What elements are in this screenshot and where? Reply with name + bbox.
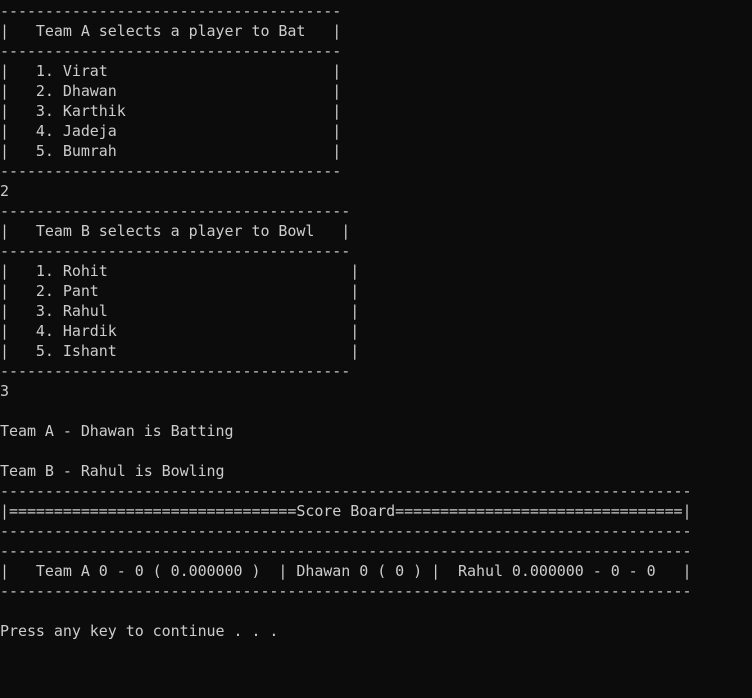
batting-option-1: | 1. Virat |: [0, 62, 342, 80]
scoreboard-score-row: | Team A 0 - 0 ( 0.000000 ) | Dhawan 0 (…: [0, 562, 692, 580]
bowling-option-5: | 5. Ishant |: [0, 342, 360, 360]
batting-option-2: | 2. Dhawan |: [0, 82, 342, 100]
batting-status-text: Team A - Dhawan is Batting: [0, 422, 234, 440]
console-window[interactable]: -------------------------------------- |…: [0, 0, 752, 698]
team-a-bat-prompt-heading: | Team A selects a player to Bat |: [0, 22, 342, 40]
scoreboard-title: |================================Score B…: [0, 502, 692, 520]
bowling-option-4: | 4. Hardik |: [0, 322, 360, 340]
bowling-option-2: | 2. Pant |: [0, 282, 360, 300]
scoreboard-divider: ----------------------------------------…: [0, 522, 692, 540]
scoreboard-divider: ----------------------------------------…: [0, 542, 692, 560]
continue-prompt: Press any key to continue . . .: [0, 622, 279, 640]
batting-option-5: | 5. Bumrah |: [0, 142, 342, 160]
batting-option-4: | 4. Jadeja |: [0, 122, 342, 140]
batting-choice-input: 2: [0, 182, 9, 200]
scoreboard-top-border: ----------------------------------------…: [0, 482, 692, 500]
team-a-box-top-border: --------------------------------------: [0, 2, 342, 20]
team-b-box-divider: ---------------------------------------: [0, 242, 351, 260]
team-b-box-bottom-border: ---------------------------------------: [0, 362, 351, 380]
team-b-bowl-prompt-heading: | Team B selects a player to Bowl |: [0, 222, 351, 240]
batting-option-3: | 3. Karthik |: [0, 102, 342, 120]
bowling-option-3: | 3. Rahul |: [0, 302, 360, 320]
bowling-option-1: | 1. Rohit |: [0, 262, 360, 280]
team-a-box-divider: --------------------------------------: [0, 42, 342, 60]
team-b-box-top-border: ---------------------------------------: [0, 202, 351, 220]
bowling-choice-input: 3: [0, 382, 9, 400]
team-a-box-bottom-border: --------------------------------------: [0, 162, 342, 180]
scoreboard-bottom-border: ----------------------------------------…: [0, 582, 692, 600]
bowling-status-text: Team B - Rahul is Bowling: [0, 462, 225, 480]
